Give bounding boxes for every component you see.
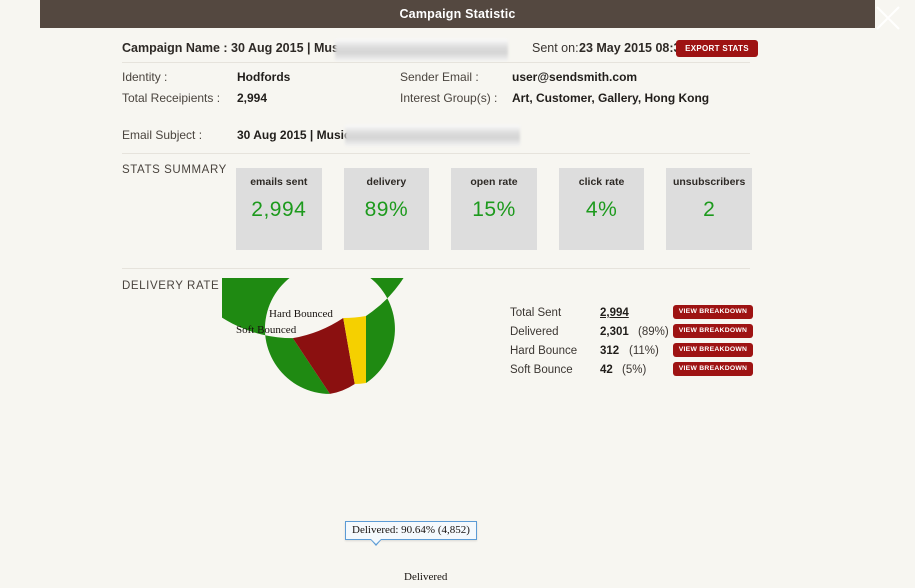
breakdown-label: Delivered <box>510 326 559 338</box>
campaign-header-row: Campaign Name : 30 Aug 2015 | Music Sent… <box>122 38 758 62</box>
email-subject-value: 30 Aug 2015 | Music <box>237 128 351 142</box>
sent-on-value: 23 May 2015 08:38 <box>579 41 688 55</box>
window-titlebar: Campaign Statistic <box>40 0 900 30</box>
breakdown-percent: (89%) <box>638 326 669 338</box>
breakdown-label: Soft Bounce <box>510 364 573 376</box>
stat-card-value: 15% <box>472 198 516 221</box>
export-stats-button[interactable]: EXPORT STATS <box>676 40 758 57</box>
stats-summary-cards: emails sent 2,994 delivery 89% open rate… <box>236 168 752 250</box>
stat-card-value: 2 <box>703 198 716 221</box>
stat-card-delivery: delivery 89% <box>343 168 430 250</box>
stat-card-unsubscribers: unsubscribers 2 <box>666 168 752 250</box>
campaign-statistic-panel: Campaign Name : 30 Aug 2015 | Music Sent… <box>0 28 915 583</box>
interest-groups-value: Art, Customer, Gallery, Hong Kong <box>512 91 710 105</box>
breakdown-percent: (11%) <box>629 345 659 357</box>
view-breakdown-button-total-sent[interactable]: VIEW BREAKDOWN <box>673 305 753 319</box>
sender-email-label: Sender Email : <box>400 70 479 84</box>
breakdown-value: 42 <box>600 364 613 376</box>
breakdown-label: Total Sent <box>510 307 562 319</box>
stat-card-label: click rate <box>578 176 625 188</box>
email-subject-redaction <box>345 125 520 146</box>
view-breakdown-button-delivered[interactable]: VIEW BREAKDOWN <box>673 324 753 338</box>
window-title: Campaign Statistic <box>399 7 516 21</box>
email-subject-label: Email Subject : <box>122 128 203 142</box>
identity-value: Hodfords <box>237 70 291 84</box>
breakdown-value: 2,301 <box>600 326 629 338</box>
view-breakdown-button-hard-bounce[interactable]: VIEW BREAKDOWN <box>673 343 753 357</box>
divider-delivery-rate <box>122 268 750 269</box>
stat-card-value: 4% <box>585 198 618 221</box>
delivery-rate-donut-chart: Hard Bounced Soft Bounced Delivered Deli… <box>222 278 522 588</box>
campaign-name-redaction <box>335 39 508 61</box>
stat-card-label: emails sent <box>250 176 308 188</box>
stat-card-label: delivery <box>366 176 407 188</box>
stat-card-value: 89% <box>364 198 409 221</box>
stat-card-emails-sent: emails sent 2,994 <box>236 168 322 250</box>
view-breakdown-button-soft-bounce[interactable]: VIEW BREAKDOWN <box>673 362 753 376</box>
stat-card-open-rate: open rate 15% <box>451 168 537 250</box>
divider-stats-summary <box>122 153 750 154</box>
total-recipients-label: Total Receipients : <box>122 91 221 105</box>
sender-email-value: user@sendsmith.com <box>512 70 638 84</box>
table-row: Soft Bounce 42 (5%) VIEW BREAKDOWN <box>510 362 760 381</box>
total-recipients-value: 2,994 <box>237 91 268 105</box>
breakdown-value: 312 <box>600 345 620 357</box>
breakdown-label: Hard Bounce <box>510 345 578 357</box>
stat-card-value: 2,994 <box>251 198 307 221</box>
breakdown-percent: (5%) <box>622 364 647 376</box>
stat-card-label: unsubscribers <box>672 176 746 188</box>
stat-card-click-rate: click rate 4% <box>558 168 645 250</box>
delivery-rate-heading: DELIVERY RATE <box>122 280 220 292</box>
sent-on-label: Sent on: <box>532 41 579 55</box>
delivery-breakdown-table: Total Sent 2,994 VIEW BREAKDOWN Delivere… <box>510 305 760 381</box>
divider-header <box>122 62 750 63</box>
breakdown-value: 2,994 <box>600 307 629 319</box>
identity-label: Identity : <box>122 70 168 84</box>
stat-card-label: open rate <box>470 176 518 188</box>
interest-groups-label: Interest Group(s) : <box>400 91 498 105</box>
campaign-name-label: Campaign Name : 30 Aug 2015 | Music <box>122 41 350 55</box>
table-row: Hard Bounce 312 (11%) VIEW BREAKDOWN <box>510 343 760 362</box>
table-row: Delivered 2,301 (89%) VIEW BREAKDOWN <box>510 324 760 343</box>
donut-label-hard-bounced: Hard Bounced <box>269 308 333 320</box>
table-row: Total Sent 2,994 VIEW BREAKDOWN <box>510 305 760 324</box>
donut-label-delivered: Delivered <box>404 571 448 583</box>
donut-label-soft-bounced: Soft Bounced <box>236 324 297 336</box>
donut-tooltip: Delivered: 90.64% (4,852) <box>345 521 477 546</box>
stats-summary-heading: STATS SUMMARY <box>122 164 227 176</box>
